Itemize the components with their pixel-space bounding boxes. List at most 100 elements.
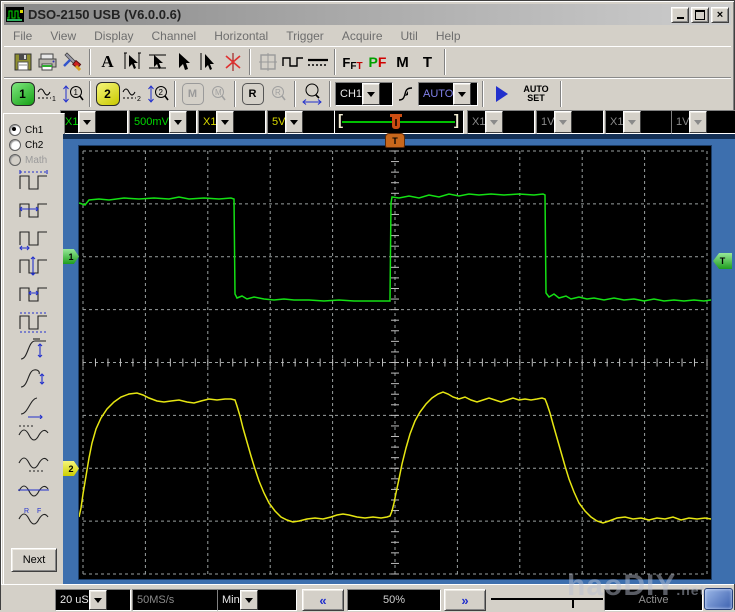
next-page-button[interactable]: Next <box>11 548 57 572</box>
minimize-button[interactable] <box>671 7 689 23</box>
mean-measure-button[interactable] <box>12 477 56 503</box>
reference-zoom-button[interactable]: R <box>265 82 290 107</box>
menu-display[interactable]: Display <box>85 29 142 43</box>
trigger-level-marker[interactable]: T <box>713 253 732 269</box>
radio-icon <box>9 154 21 166</box>
trigger-source-value: CH1 <box>336 83 362 105</box>
burst-width-measure-button[interactable] <box>12 309 56 335</box>
duty-cycle-measure-button[interactable] <box>12 225 56 251</box>
close-button[interactable]: × <box>711 7 729 23</box>
vertical-cursor-icon <box>121 51 145 73</box>
floppy-disk-icon <box>13 52 33 72</box>
channel-radio-ch2[interactable]: Ch2 <box>9 138 64 152</box>
run-button[interactable] <box>488 82 516 107</box>
trigger-source-combo[interactable]: CH1 <box>335 82 393 106</box>
fall-time-measure-button[interactable] <box>12 365 56 391</box>
toolbar-separator <box>294 81 296 107</box>
trigger-slope-button[interactable] <box>393 82 418 107</box>
negative-width-measure-button[interactable] <box>12 281 56 307</box>
ch2-vzoom-icon: 2 <box>146 83 170 105</box>
horizontal-zoom-button[interactable] <box>300 82 325 107</box>
reference-badge: R <box>242 83 264 105</box>
grid-toggle-button[interactable] <box>255 50 280 75</box>
rms-measure-button[interactable]: RF <box>12 505 56 531</box>
trigger-mode-dropdown-button[interactable] <box>453 83 471 105</box>
menu-help[interactable]: Help <box>427 29 470 43</box>
rms-icon: RF <box>16 505 52 531</box>
ch1-level-marker[interactable]: 1 <box>63 249 79 264</box>
scroll-left-button[interactable]: « <box>302 589 344 611</box>
fft-button[interactable]: FFT <box>340 50 365 75</box>
menu-acquire[interactable]: Acquire <box>333 29 392 43</box>
trace-cursor-button[interactable] <box>195 50 220 75</box>
annotate-text-button[interactable]: A <box>95 50 120 75</box>
text-tool-button[interactable]: T <box>415 50 440 75</box>
ch2-voltage-combo[interactable]: 5V <box>267 110 335 134</box>
ch1-probe-combo-dropdown-button[interactable] <box>78 111 96 133</box>
period-measure-button[interactable] <box>12 197 56 223</box>
timebase-dropdown-button[interactable] <box>89 590 107 610</box>
toolbar-separator <box>89 81 91 107</box>
print-button[interactable] <box>35 50 60 75</box>
trigger-position-marker[interactable]: T <box>385 133 405 148</box>
horizontal-zoom-icon <box>301 82 325 106</box>
ch1-vertical-zoom-button[interactable]: 1 <box>60 82 85 107</box>
pointer-cursor-button[interactable] <box>170 50 195 75</box>
timebase-combo[interactable]: 20 uS <box>55 589 131 611</box>
horizontal-position-slider[interactable]: [ ] <box>333 110 464 134</box>
settings-button[interactable] <box>60 50 85 75</box>
buffer-size-dropdown-button[interactable] <box>240 590 258 610</box>
channel-radio-ch1[interactable]: Ch1 <box>9 123 64 137</box>
dotted-line-button[interactable] <box>305 50 330 75</box>
menu-horizontal[interactable]: Horizontal <box>205 29 277 43</box>
position-slider-thumb[interactable] <box>572 600 574 608</box>
ch1-voltage-combo-dropdown-button[interactable] <box>169 111 187 133</box>
menu-channel[interactable]: Channel <box>143 29 206 43</box>
ch2-voltage-combo-dropdown-button[interactable] <box>285 111 303 133</box>
frequency-measure-button[interactable] <box>12 169 56 195</box>
menu-util[interactable]: Util <box>392 29 427 43</box>
save-button[interactable] <box>10 50 35 75</box>
measure-button[interactable]: M <box>390 50 415 75</box>
peak-to-peak-measure-button[interactable] <box>12 449 56 475</box>
math-zoom-button[interactable]: M <box>205 82 230 107</box>
rise-time-measure-button[interactable] <box>12 337 56 363</box>
ch2-waveform-button[interactable]: 2 <box>120 82 145 107</box>
maximize-button[interactable] <box>691 7 709 23</box>
vertical-cursor-button[interactable] <box>120 50 145 75</box>
ch1-waveform-button[interactable]: 1 <box>35 82 60 107</box>
buffer-size-combo[interactable]: Min <box>217 589 297 611</box>
scroll-right-button[interactable]: » <box>444 589 486 611</box>
title-bar[interactable]: DSO-2150 USB (V6.0.0.6) × <box>4 4 731 25</box>
ch2-enable-button[interactable]: 2 <box>95 82 120 107</box>
positive-width-measure-button[interactable] <box>12 253 56 279</box>
radio-label: Ch1 <box>25 125 43 136</box>
ch2-vertical-zoom-button[interactable]: 2 <box>145 82 170 107</box>
reference-button[interactable]: R <box>240 82 265 107</box>
trigger-source-dropdown-button[interactable] <box>362 83 380 105</box>
math-channel-button[interactable]: M <box>180 82 205 107</box>
slider-thumb[interactable] <box>390 114 402 130</box>
svg-text:1: 1 <box>52 96 56 103</box>
scope-screen[interactable] <box>78 145 712 580</box>
ch1-probe-combo[interactable]: X1 <box>60 110 128 134</box>
autoset-button[interactable]: AUTOSET <box>516 82 556 107</box>
waveform-display-button[interactable] <box>280 50 305 75</box>
position-slider-track[interactable] <box>491 598 603 600</box>
trigger-mode-combo[interactable]: AUTO <box>418 82 478 106</box>
delete-cursor-button[interactable] <box>220 50 245 75</box>
menu-trigger[interactable]: Trigger <box>277 29 333 43</box>
menu-file[interactable]: File <box>4 29 41 43</box>
menu-view[interactable]: View <box>41 29 85 43</box>
delay-measure-button[interactable] <box>12 393 56 419</box>
pass-fail-button[interactable]: PF <box>365 50 390 75</box>
ch2-probe-combo-dropdown-button[interactable] <box>216 111 234 133</box>
ch1-enable-button[interactable]: 1 <box>10 82 35 107</box>
horizontal-cursor-button[interactable] <box>145 50 170 75</box>
ch1-voltage-combo[interactable]: 500mV <box>129 110 197 134</box>
ch2-probe-combo[interactable]: X1 <box>198 110 266 134</box>
scope-graticule-and-traces <box>79 146 711 579</box>
period-icon <box>16 197 52 223</box>
ch2-level-marker[interactable]: 2 <box>63 461 79 476</box>
amplitude-measure-button[interactable] <box>12 421 56 447</box>
